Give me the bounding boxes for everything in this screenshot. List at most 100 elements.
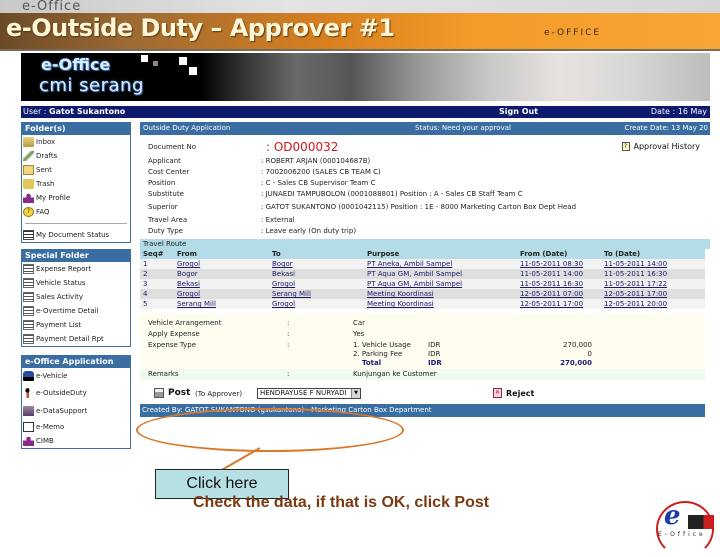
sent-mail-icon bbox=[23, 165, 34, 175]
car-icon bbox=[23, 371, 34, 381]
sidebar-item-vehicle-status[interactable]: Vehicle Status bbox=[22, 276, 130, 290]
to-link[interactable]: Bogor bbox=[272, 260, 293, 268]
info-row-position: Position: C - Sales CB Supervisor Team C bbox=[140, 178, 710, 189]
from-link[interactable]: Serang Mill bbox=[177, 300, 216, 308]
field-value: : Leave early (On duty trip) bbox=[261, 227, 357, 235]
sidebar-item-e-data-support[interactable]: e-DataSupport bbox=[22, 402, 130, 420]
field-value: Yes bbox=[353, 330, 365, 338]
from-link[interactable]: Bekasi bbox=[177, 280, 200, 288]
sidebar-item-label: CIMB bbox=[36, 437, 54, 445]
field-value: : C - Sales CB Supervisor Team C bbox=[261, 179, 376, 187]
to-link[interactable]: Grogol bbox=[272, 300, 295, 308]
sidebar-item-sales-activity[interactable]: Sales Activity bbox=[22, 290, 130, 304]
seq-cell: 1 bbox=[140, 259, 174, 269]
sidebar-item-drafts[interactable]: Drafts bbox=[22, 149, 130, 163]
purpose-link[interactable]: Meeting Koordinasi bbox=[367, 300, 434, 308]
sidebar-item-label: Drafts bbox=[36, 152, 58, 160]
separator: : bbox=[287, 330, 290, 338]
from-date-link[interactable]: 11-05-2011 08:30 bbox=[520, 260, 583, 268]
sidebar: Folder(s) Inbox Drafts Sent Trash My Pro… bbox=[21, 122, 131, 453]
table-row: 4 Grogol Serang Mill Meeting Koordinasi … bbox=[140, 289, 705, 299]
sidebar-item-e-vehicle[interactable]: e-Vehicle bbox=[22, 368, 130, 384]
sidebar-item-e-outside-duty[interactable]: e-OutsideDuty bbox=[22, 384, 130, 402]
title-band: e-Outside Duty – Approver #1 e-OFFICE bbox=[0, 13, 720, 51]
sidebar-item-label: Inbox bbox=[36, 138, 56, 146]
separator: : bbox=[287, 319, 290, 327]
field-value: : ROBERT ARJAN (000104687B) bbox=[261, 157, 371, 165]
list-icon bbox=[23, 292, 34, 302]
field-label: Vehicle Arrangement bbox=[148, 319, 222, 327]
remarks-value: Kunjungan ke Customer bbox=[353, 370, 437, 378]
expense-name: 2. Parking Fee bbox=[353, 350, 403, 358]
sidebar-item-overtime-detail[interactable]: e-Overtime Detail bbox=[22, 304, 130, 318]
sidebar-item-inbox[interactable]: Inbox bbox=[22, 135, 130, 149]
remarks-label: Remarks bbox=[148, 370, 179, 378]
remarks-row: Remarks : Kunjungan ke Customer bbox=[140, 369, 705, 380]
info-row-applicant: Applicant: ROBERT ARJAN (000104687B) bbox=[140, 156, 710, 167]
purpose-cell: PT Aqua GM, Ambil Sampel bbox=[364, 269, 517, 279]
field-label: Duty Type bbox=[148, 227, 184, 235]
from-link[interactable]: Grogol bbox=[177, 290, 200, 298]
info-row-cost-center: Cost Center : 7002006200 (SALES CB TEAM C… bbox=[140, 167, 710, 178]
sidebar-item-payment-detail-rpt[interactable]: Payment Detail Rpt bbox=[22, 332, 130, 346]
help-icon: ? bbox=[621, 142, 630, 151]
from-link[interactable]: Grogol bbox=[177, 260, 200, 268]
from-date-link[interactable]: 12-05-2011 07:00 bbox=[520, 290, 583, 298]
field-value: Car bbox=[353, 319, 366, 327]
field-value: : GATOT SUKANTONO (0001042115) Position … bbox=[261, 203, 577, 211]
application-title: Outside Duty Application bbox=[143, 124, 231, 132]
to-date-link[interactable]: 11-05-2011 14:00 bbox=[604, 260, 667, 268]
info-row-travel-area: Travel Area: External bbox=[140, 215, 710, 226]
special-folder-title: Special Folder bbox=[22, 249, 130, 262]
decor-square bbox=[189, 67, 197, 75]
field-label: Cost Center bbox=[148, 168, 190, 176]
folders-title: Folder(s) bbox=[22, 122, 130, 135]
sidebar-item-my-profile[interactable]: My Profile bbox=[22, 191, 130, 205]
purpose-link[interactable]: PT Aqua GM, Ambil Sampel bbox=[367, 280, 462, 288]
to-date-link[interactable]: 12-05-2011 20:00 bbox=[604, 300, 667, 308]
sidebar-item-faq[interactable]: ? FAQ bbox=[22, 205, 130, 219]
field-value: : 7002006200 (SALES CB TEAM C) bbox=[261, 168, 381, 176]
sidebar-item-label: My Document Status bbox=[36, 231, 110, 239]
document-no-value: : OD000032 bbox=[266, 140, 339, 154]
footer-logo: e E-Office bbox=[650, 497, 718, 557]
status-text: Status: Need your approval bbox=[415, 124, 511, 132]
from-date-link[interactable]: 12-05-2011 17:00 bbox=[520, 300, 583, 308]
to-date-link[interactable]: 12-05-2011 17:00 bbox=[604, 290, 667, 298]
table-row: 2 Bogor Bekasi PT Aqua GM, Ambil Sampel … bbox=[140, 269, 705, 279]
sidebar-item-label: e-OutsideDuty bbox=[36, 389, 87, 397]
approver-select[interactable]: HENDRAYUSE F NURYADI ▼ bbox=[257, 388, 361, 399]
sidebar-item-expense-report[interactable]: Expense Report bbox=[22, 262, 130, 276]
field-label: Substitute bbox=[148, 190, 184, 198]
purpose-link[interactable]: Meeting Koordinasi bbox=[367, 290, 434, 298]
sidebar-item-e-memo[interactable]: e-Memo bbox=[22, 420, 130, 434]
chevron-down-icon[interactable]: ▼ bbox=[351, 389, 360, 398]
post-button[interactable]: Post bbox=[154, 388, 190, 398]
expense-section: Vehicle Arrangement : Car Apply Expense … bbox=[140, 314, 705, 369]
approval-history-link[interactable]: ? Approval History bbox=[621, 142, 700, 151]
sidebar-item-cimb[interactable]: CIMB bbox=[22, 434, 130, 448]
from-date-link[interactable]: 11-05-2011 16:30 bbox=[520, 280, 583, 288]
expense-amount: 270,000 bbox=[563, 341, 592, 349]
sign-out-link[interactable]: Sign Out bbox=[499, 106, 538, 118]
purpose-link[interactable]: PT Aneka, Ambil Sampel bbox=[367, 260, 452, 268]
to-link[interactable]: Grogol bbox=[272, 280, 295, 288]
to-cell: Bekasi bbox=[269, 269, 364, 279]
field-value: : JUNAEDI TAMPUBOLON (0001088801) Positi… bbox=[261, 190, 523, 198]
expense-total-row: Total IDR 270,000 bbox=[140, 359, 705, 369]
column-header: From (Date) bbox=[517, 249, 601, 259]
reject-button[interactable]: ✕ Reject bbox=[493, 388, 534, 398]
sidebar-item-trash[interactable]: Trash bbox=[22, 177, 130, 191]
info-row-substitute: Substitute : JUNAEDI TAMPUBOLON (00010888… bbox=[140, 189, 710, 202]
sidebar-item-my-document-status[interactable]: My Document Status bbox=[22, 228, 130, 242]
sidebar-item-label: My Profile bbox=[36, 194, 71, 202]
action-row: Post (To Approver) HENDRAYUSE F NURYADI … bbox=[140, 384, 710, 404]
expense-currency: IDR bbox=[428, 350, 441, 358]
sidebar-item-sent[interactable]: Sent bbox=[22, 163, 130, 177]
from-cell: Bogor bbox=[174, 269, 269, 279]
table-row: 5 Serang Mill Grogol Meeting Koordinasi … bbox=[140, 299, 705, 309]
sidebar-item-payment-list[interactable]: Payment List bbox=[22, 318, 130, 332]
to-date-link[interactable]: 11-05-2011 17:22 bbox=[604, 280, 667, 288]
to-link[interactable]: Serang Mill bbox=[272, 290, 311, 298]
field-label: Apply Expense bbox=[148, 330, 200, 338]
